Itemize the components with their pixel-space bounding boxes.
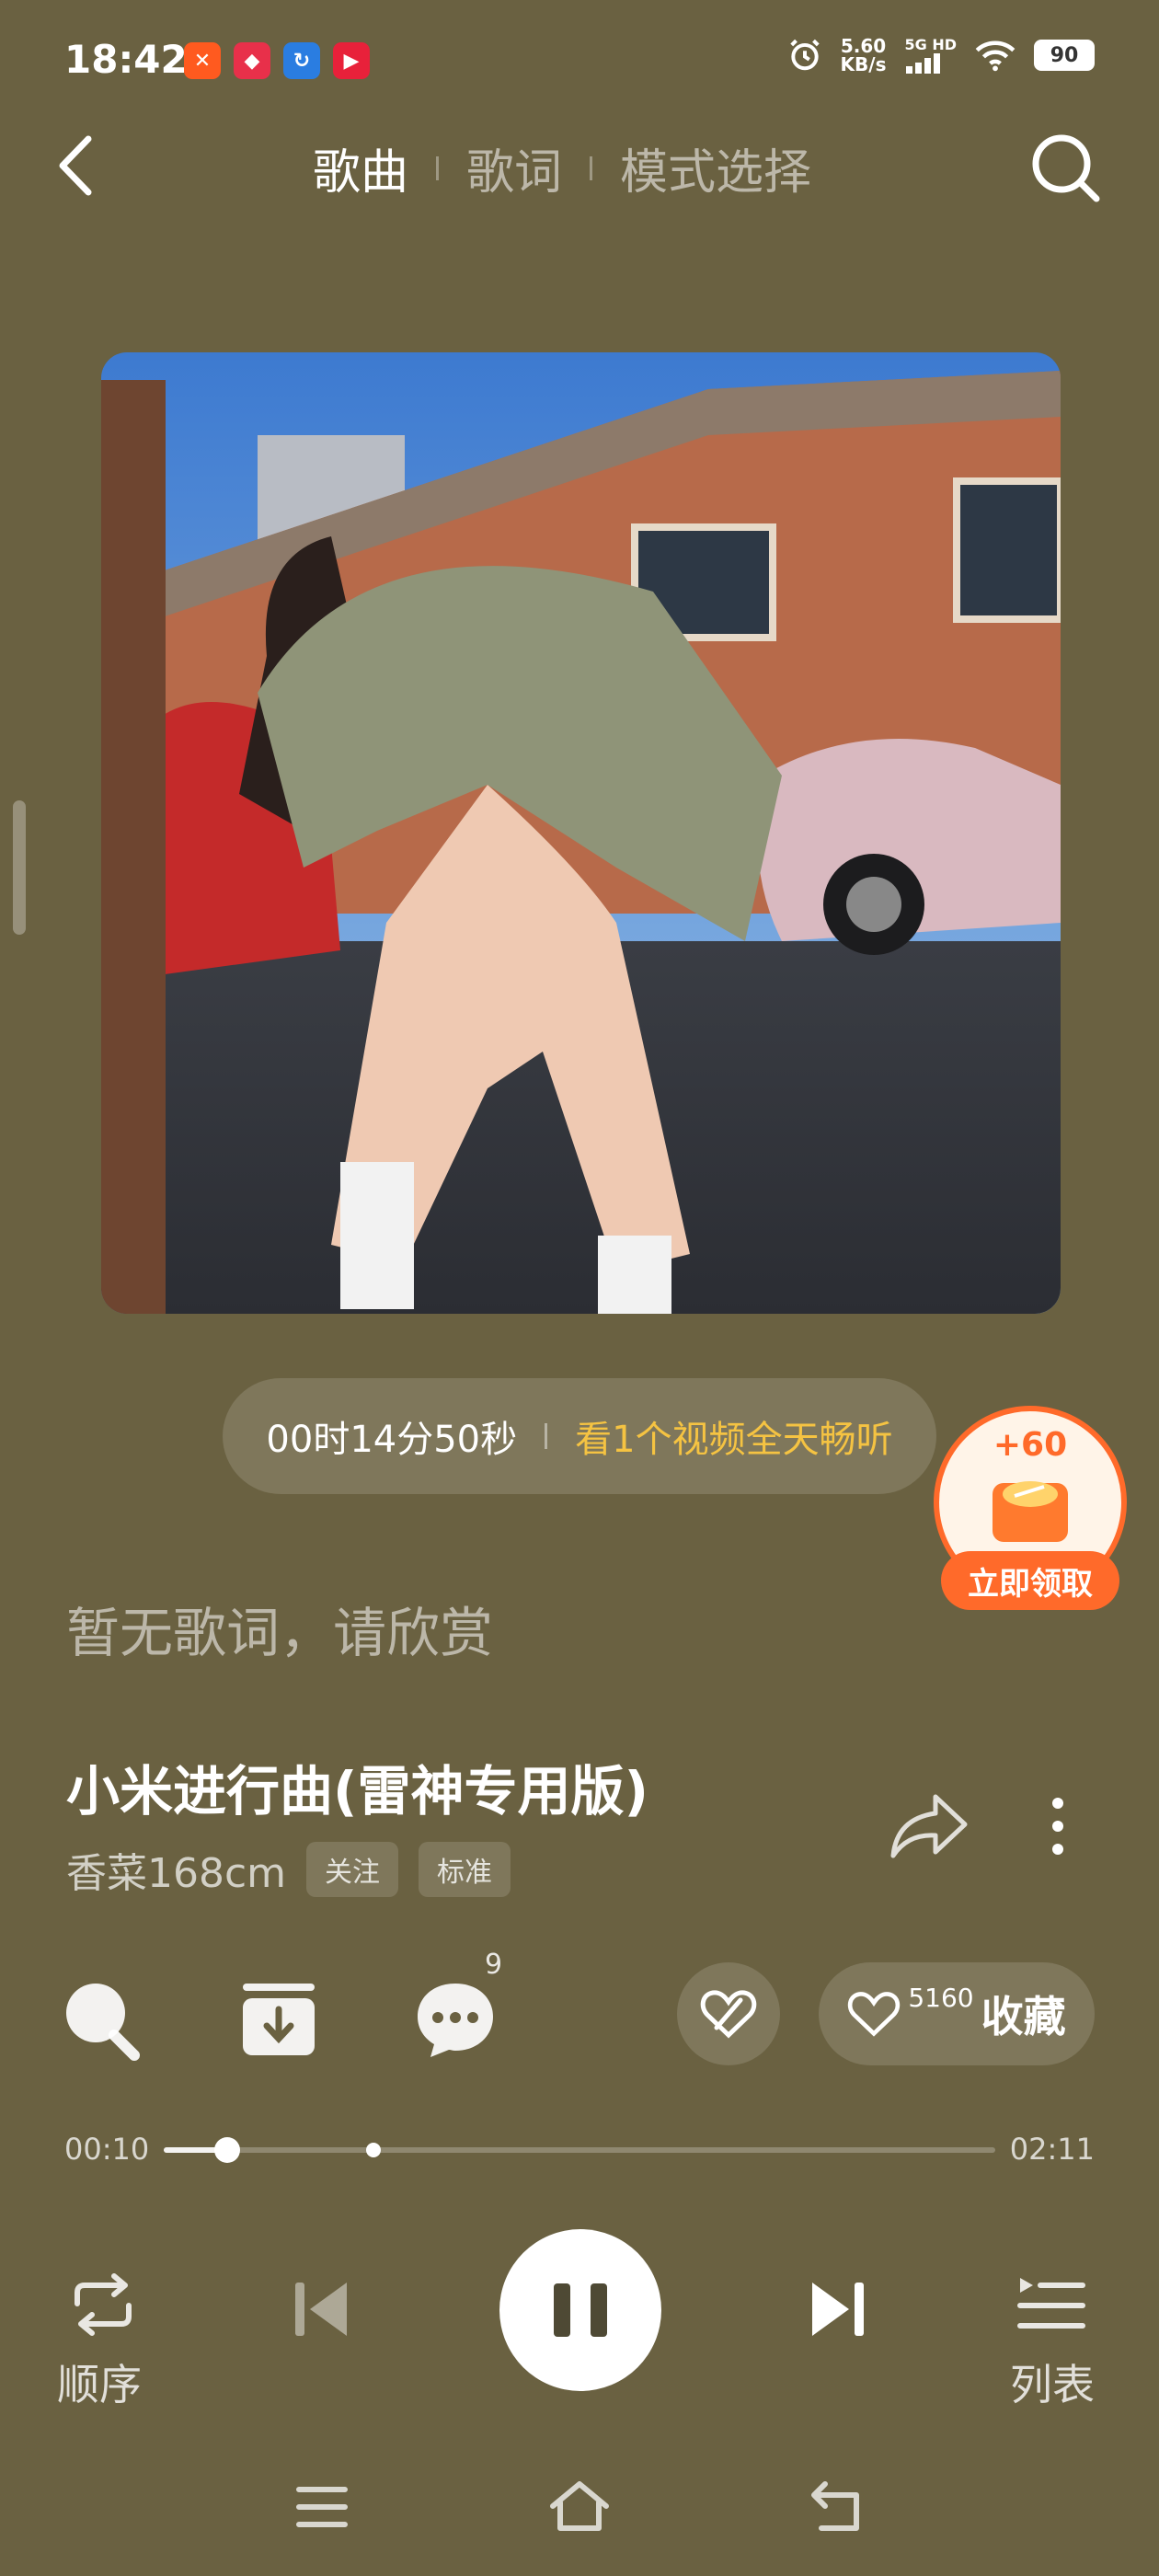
signal-icon: 5G HD — [904, 37, 957, 74]
pause-icon — [554, 2283, 570, 2337]
timer-remaining: 00时14分50秒 — [266, 1419, 518, 1461]
tab-song[interactable]: 歌曲 — [313, 133, 408, 202]
back-button[interactable] — [55, 129, 110, 202]
play-mode-button[interactable] — [57, 2272, 149, 2337]
playlist-label[interactable]: 列表 — [1010, 2352, 1095, 2412]
tab-divider — [436, 155, 440, 180]
comment-button[interactable] — [414, 1978, 497, 2061]
playlist-button[interactable] — [1016, 2272, 1090, 2337]
app-notification-icon: ✕ — [184, 42, 221, 79]
app-notification-icon: ▶ — [333, 42, 370, 79]
menu-icon — [296, 2487, 348, 2527]
net-speed-unit: KB/s — [840, 53, 887, 75]
climax-marker[interactable] — [366, 2143, 381, 2157]
coin-chest-icon — [993, 1481, 1068, 1542]
net-speed: 5.60 KB/s — [841, 37, 887, 74]
tab-bar: 歌曲 歌词 模式选择 — [313, 133, 811, 202]
nav-menu-button[interactable] — [290, 2475, 354, 2539]
repeat-icon — [75, 2273, 132, 2336]
wifi-icon — [975, 40, 1016, 72]
network-type: 5G HD — [904, 36, 957, 53]
share-button[interactable] — [888, 1789, 970, 1863]
artist-row: 香菜168cm 关注 标准 — [66, 1840, 511, 1899]
tab-divider — [590, 155, 593, 180]
share-icon — [890, 1794, 968, 1858]
listening-timer-pill[interactable]: 00时14分50秒 看1个视频全天畅听 — [223, 1378, 936, 1494]
chevron-left-icon — [59, 135, 92, 196]
playlist-icon — [1017, 2278, 1085, 2329]
quality-button[interactable]: 标准 — [419, 1842, 511, 1897]
favorite-button[interactable]: 5160 收藏 — [819, 1962, 1095, 2065]
album-cover-image — [101, 352, 1061, 1314]
artist-name[interactable]: 香菜168cm — [66, 1840, 286, 1899]
heart-icon — [848, 1992, 901, 2037]
watch-video-link[interactable]: 看1个视频全天畅听 — [575, 1409, 892, 1463]
search-icon — [1032, 134, 1100, 202]
search-button[interactable] — [1027, 129, 1104, 206]
microphone-icon — [66, 1984, 140, 2061]
sing-button[interactable] — [61, 1978, 143, 2061]
status-indicators: 5.60 KB/s 5G HD 90 — [787, 37, 1095, 74]
progress-thumb[interactable] — [213, 2137, 240, 2163]
net-speed-value: 5.60 — [840, 35, 887, 57]
battery-icon: 90 — [1034, 40, 1095, 71]
timer-divider — [545, 1423, 548, 1449]
favorite-count: 5160 — [908, 1982, 974, 2013]
song-title: 小米进行曲(雷神专用版) — [66, 1760, 649, 1823]
comment-count: 9 — [485, 1949, 503, 1981]
pause-icon — [591, 2283, 607, 2337]
skip-previous-icon — [295, 2283, 347, 2336]
alarm-icon — [789, 39, 820, 71]
download-button[interactable] — [237, 1978, 320, 2061]
back-arrow-icon — [811, 2481, 859, 2531]
side-drag-handle[interactable] — [13, 800, 26, 935]
pause-button[interactable] — [499, 2229, 661, 2391]
follow-button[interactable]: 关注 — [306, 1842, 399, 1897]
comment-icon — [418, 1984, 493, 2057]
home-icon — [550, 2481, 609, 2531]
play-mode-label[interactable]: 顺序 — [57, 2352, 142, 2412]
dislike-heart-icon — [700, 1990, 757, 2039]
app-notification-icon: ◆ — [234, 42, 270, 79]
more-vertical-icon — [1052, 1798, 1063, 1855]
more-button[interactable] — [1039, 1794, 1076, 1858]
progress-bar[interactable] — [164, 2137, 995, 2163]
nav-back-button[interactable] — [805, 2475, 869, 2539]
current-time: 00:10 — [64, 2132, 150, 2167]
app-notification-icon: ↻ — [283, 42, 320, 79]
next-button[interactable] — [805, 2277, 869, 2341]
album-cover — [101, 352, 1061, 1314]
total-time: 02:11 — [1009, 2132, 1095, 2167]
status-time: 18:42 — [64, 37, 188, 82]
no-lyrics-text: 暂无歌词，请欣赏 — [66, 1602, 494, 1664]
tab-lyrics[interactable]: 歌词 — [466, 133, 562, 202]
dislike-button[interactable] — [677, 1962, 780, 2065]
notification-icons: ✕ ◆ ↻ ▶ — [184, 42, 370, 79]
download-icon — [243, 1984, 315, 2055]
reward-badge[interactable]: +60 立即领取 — [934, 1406, 1127, 1617]
tab-mode-select[interactable]: 模式选择 — [620, 133, 811, 202]
favorite-label: 收藏 — [981, 1992, 1066, 2041]
nav-home-button[interactable] — [547, 2475, 612, 2539]
skip-next-icon — [812, 2283, 864, 2336]
previous-button[interactable] — [290, 2277, 354, 2341]
reward-points: +60 — [993, 1426, 1068, 1464]
claim-button[interactable]: 立即领取 — [941, 1551, 1119, 1610]
